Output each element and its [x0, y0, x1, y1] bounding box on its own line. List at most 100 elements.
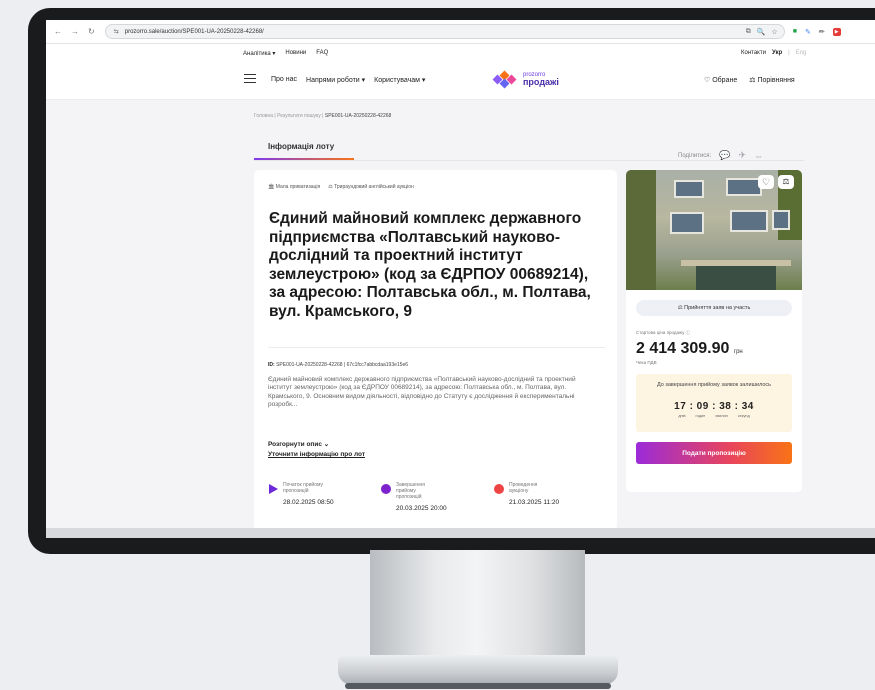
favorites-link[interactable]: ♡ Обране — [704, 76, 737, 84]
timer-unit-seconds: секунд — [737, 414, 750, 418]
compare-link[interactable]: ⚖ Порівняння — [749, 76, 795, 84]
lot-card: 🏛 Мала приватизація ⚖ Трираундовий англі… — [254, 170, 617, 528]
faq-link[interactable]: FAQ — [316, 50, 328, 57]
heart-icon[interactable]: ♡ — [758, 175, 774, 189]
timeline-item-start: Початок прийому пропозицій 28.02.2025 08… — [268, 482, 381, 512]
purple-dot-icon — [381, 484, 391, 494]
nav-about[interactable]: Про нас — [271, 76, 297, 84]
timeline-date: 21.03.2025 11:20 — [509, 499, 560, 506]
forward-icon[interactable]: → — [71, 27, 79, 36]
tag-auction-type: ⚖ Трираундовий англійський аукціон — [328, 184, 414, 190]
nav-directions[interactable]: Напрями роботи ▾ — [306, 76, 365, 84]
breadcrumb-sep: | — [322, 113, 324, 119]
monitor-stand-base — [338, 655, 618, 685]
extension-green-icon[interactable]: ■ — [793, 28, 797, 35]
timeline-date: 28.02.2025 08:50 — [283, 499, 334, 506]
lang-en[interactable]: Eng — [796, 50, 807, 56]
news-link[interactable]: Новини — [285, 50, 306, 57]
lot-photo[interactable]: ♡ ⚖ — [626, 170, 802, 290]
site-settings-icon[interactable]: ⇆ — [114, 28, 119, 35]
timeline-label: Завершення прийому пропозицій — [396, 482, 425, 500]
breadcrumb-results[interactable]: Результати пошуку — [277, 113, 321, 119]
install-app-icon[interactable]: ⧉ — [746, 28, 751, 36]
lot-id-value: SPE001-UA-20250228-42268 | 67c1fcc7abbcd… — [276, 362, 409, 368]
play-triangle-icon — [269, 484, 278, 494]
timeline-date: 20.03.2025 20:00 — [396, 505, 447, 512]
tab-lot-info[interactable]: Інформація лоту — [268, 142, 334, 151]
timeline-item-auction: Проведення аукціону 21.03.2025 11:20 — [494, 482, 607, 512]
reload-icon[interactable]: ↻ — [88, 27, 95, 36]
monitor-stand-neck — [370, 550, 585, 660]
timeline-label: Проведення аукціону — [509, 482, 538, 494]
timer-title: До завершення прийому заявок залишилось — [656, 382, 772, 388]
lot-timeline: Початок прийому пропозицій 28.02.2025 08… — [268, 482, 608, 512]
back-icon[interactable]: ← — [54, 27, 62, 36]
start-price-label: Стартова ціна продажу ⓘ — [636, 330, 691, 335]
share-label: Поділитися: — [678, 152, 712, 159]
lot-id-label: ID: — [268, 362, 275, 368]
timeline-item-end: Завершення прийому пропозицій 20.03.2025… — [381, 482, 494, 512]
monitor-stand-shadow — [345, 683, 611, 689]
tag-small-privatization: 🏛 Мала приватизація — [268, 184, 321, 190]
zoom-icon[interactable]: 🔍 — [757, 28, 766, 36]
menu-burger-icon[interactable] — [244, 74, 256, 83]
contacts-link[interactable]: Контакти — [741, 50, 766, 56]
bookmark-star-icon[interactable]: ☆ — [771, 28, 777, 36]
extension-pencil-icon[interactable]: ✏ — [819, 28, 825, 36]
viber-icon[interactable]: 💬 — [719, 150, 730, 161]
browser-screen: ← → ↻ ⇆ prozorro.sale/auction/SPE001-UA-… — [46, 20, 875, 528]
photo-window — [674, 180, 704, 198]
countdown-timer: До завершення прийому заявок залишилось … — [636, 374, 792, 432]
price-currency: грн — [733, 349, 743, 355]
photo-window — [730, 210, 768, 232]
lot-title: Єдиний майновий комплекс державного підп… — [269, 210, 591, 320]
monitor-chin — [46, 528, 875, 538]
prozorro-logo[interactable]: prozorro продажі — [492, 70, 559, 89]
extensions-area: ■ ✎ ✏ ▶ — [793, 27, 841, 36]
timeline-label: Початок прийому пропозицій — [283, 482, 323, 494]
site-header: Про нас Напрями роботи ▾ Користувачам ▾ … — [46, 62, 875, 100]
url-text: prozorro.sale/auction/SPE001-UA-20250228… — [124, 28, 264, 35]
clarify-info-link[interactable]: Уточнити інформацію про лот — [268, 451, 365, 458]
breadcrumb-sep: | — [274, 113, 276, 119]
copy-link-icon[interactable]: ⇔ — [754, 151, 763, 161]
breadcrumb-home[interactable]: Головна — [254, 113, 273, 119]
photo-entrance — [696, 266, 776, 290]
timer-unit-days: днів — [678, 414, 686, 418]
breadcrumb: Головна | Результати пошуку | SPE001-UA-… — [254, 113, 391, 119]
lot-tags: 🏛 Мала приватизація ⚖ Трираундовий англі… — [268, 184, 414, 190]
photo-tree — [626, 170, 656, 290]
logo-diamonds-icon — [492, 70, 519, 89]
analytics-link[interactable]: Аналітика ▾ — [243, 50, 275, 57]
photo-window — [670, 212, 704, 234]
logo-text-bottom: продажі — [523, 77, 559, 87]
photo-window — [772, 210, 790, 230]
expand-description-button[interactable]: Розгорнути опис ⌄ — [268, 440, 329, 448]
telegram-icon[interactable]: ✈ — [738, 150, 746, 161]
site-topbar: Аналітика ▾ Новини FAQ Контакти Укр | En… — [46, 44, 875, 62]
breadcrumb-current: SPE001-UA-20250228-42268 — [324, 113, 392, 119]
red-dot-icon — [494, 484, 504, 494]
submit-bid-button[interactable]: Подати пропозицію — [636, 442, 792, 464]
share-bar: Поділитися: 💬 ✈ ⇔ — [678, 150, 763, 161]
price-value: 2 414 309.90 — [636, 340, 730, 357]
start-price: 2 414 309.90 грн — [636, 340, 743, 358]
lot-id: ID: SPE001-UA-20250228-42268 | 67c1fcc7a… — [268, 362, 408, 368]
extension-new-icon[interactable]: ▶ — [832, 27, 841, 36]
lang-separator: | — [788, 50, 790, 56]
timer-unit-minutes: хвилин — [715, 414, 728, 418]
price-sidebar-card: ♡ ⚖ ⚖ Прийняття заяв на участь Стартова … — [626, 170, 802, 492]
photo-window — [726, 178, 762, 196]
divider — [268, 347, 605, 348]
vat-note: Чека ПДВ — [636, 360, 657, 365]
lot-description: Єдиний майновий комплекс державного підп… — [268, 376, 576, 409]
compare-icon[interactable]: ⚖ — [778, 175, 794, 189]
extension-pen-icon[interactable]: ✎ — [805, 28, 811, 36]
nav-users[interactable]: Користувачам ▾ — [374, 76, 425, 84]
browser-toolbar: ← → ↻ ⇆ prozorro.sale/auction/SPE001-UA-… — [46, 20, 875, 44]
lang-ua[interactable]: Укр — [772, 50, 782, 56]
address-bar[interactable]: ⇆ prozorro.sale/auction/SPE001-UA-202502… — [104, 24, 785, 39]
timer-unit-hours: годин — [695, 414, 706, 418]
timer-units: днів годин хвилин секунд — [636, 414, 792, 418]
timer-values: 17 : 09 : 38 : 34 — [674, 401, 754, 412]
